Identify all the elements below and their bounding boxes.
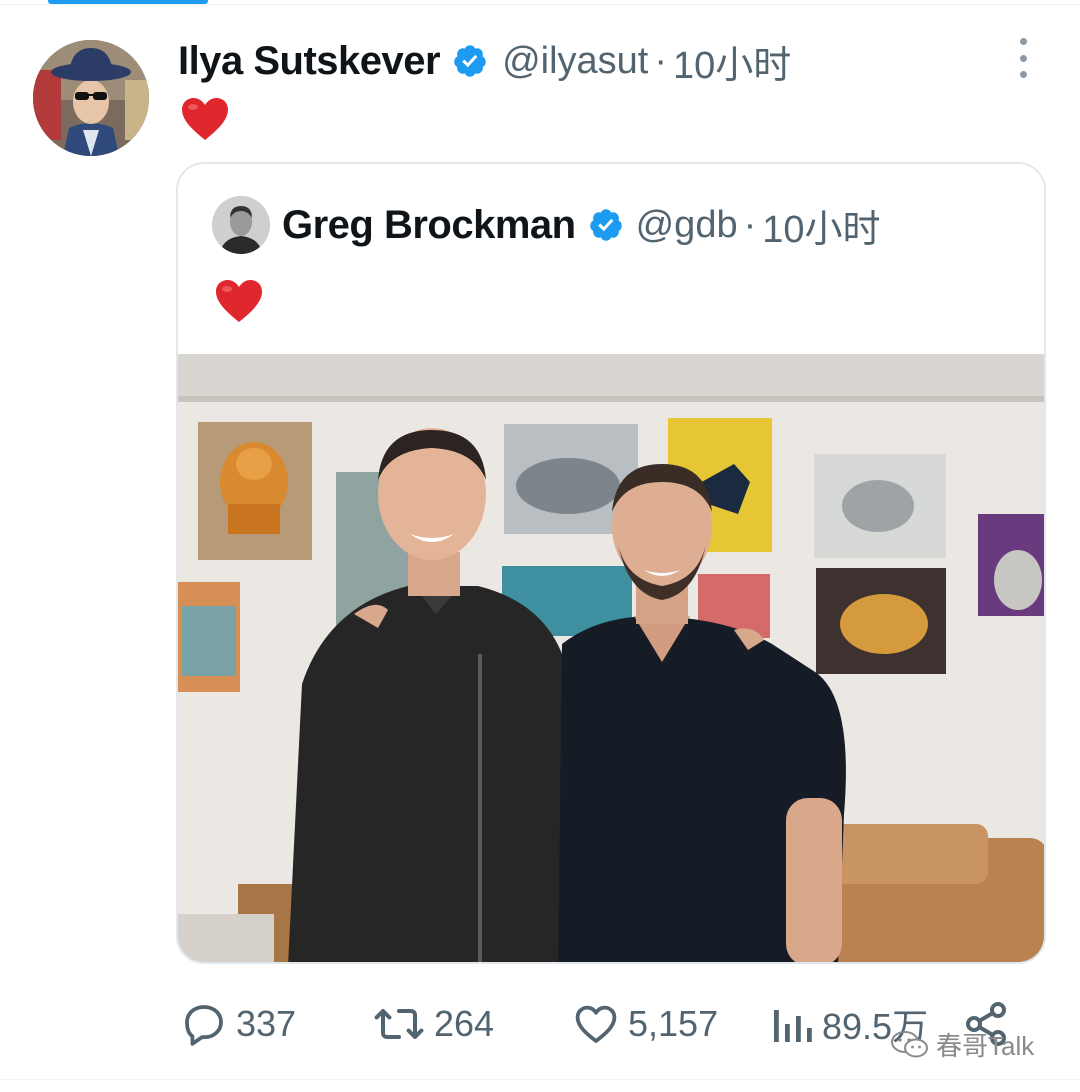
separator-dot: ·: [743, 203, 757, 246]
like-icon: [575, 1005, 617, 1043]
wechat-icon: [891, 1030, 928, 1057]
heart-emoji: [182, 98, 228, 140]
author-avatar-image: [33, 40, 149, 156]
watermark: 春哥Talk: [890, 1026, 1034, 1063]
verified-badge-icon: [589, 209, 622, 241]
like-count: 5,157: [628, 1003, 719, 1044]
tweet-timestamp[interactable]: 10小时: [673, 34, 791, 89]
repost-button[interactable]: 264: [372, 994, 494, 1054]
divider: [0, 1079, 1080, 1080]
author-avatar[interactable]: [33, 40, 149, 156]
separator-dot: ·: [654, 39, 668, 82]
heart-emoji: [216, 280, 262, 322]
reply-button[interactable]: 337: [180, 994, 296, 1054]
repost-icon: [374, 1009, 424, 1039]
photo-two-men-art-wall: [178, 354, 1044, 962]
quoted-author-avatar[interactable]: [212, 196, 270, 254]
repost-count: 264: [434, 1003, 495, 1044]
quoted-tweet-photo[interactable]: [178, 354, 1044, 962]
quoted-tweet-header: Greg Brockman @gdb · 10小时: [282, 202, 881, 251]
reply-count: 337: [236, 1003, 297, 1044]
verified-badge-icon: [454, 45, 486, 77]
reply-icon: [185, 1005, 223, 1046]
quoted-author-avatar-image: [212, 196, 270, 254]
divider: [0, 4, 1080, 5]
quoted-author-handle[interactable]: @gdb: [636, 204, 738, 247]
quoted-tweet-card[interactable]: Greg Brockman @gdb · 10小时: [176, 162, 1046, 964]
tweet-header: Ilya Sutskever @ilyasut · 10小时: [178, 38, 791, 87]
quoted-tweet-timestamp[interactable]: 10小时: [762, 198, 880, 253]
quoted-author-name[interactable]: Greg Brockman: [282, 203, 576, 248]
author-handle[interactable]: @ilyasut: [502, 40, 648, 83]
watermark-text: 春哥Talk: [936, 1031, 1035, 1061]
more-icon[interactable]: [1010, 38, 1036, 78]
views-icon: [774, 1010, 812, 1042]
author-name[interactable]: Ilya Sutskever: [178, 39, 441, 84]
like-button[interactable]: 5,157: [572, 994, 718, 1054]
